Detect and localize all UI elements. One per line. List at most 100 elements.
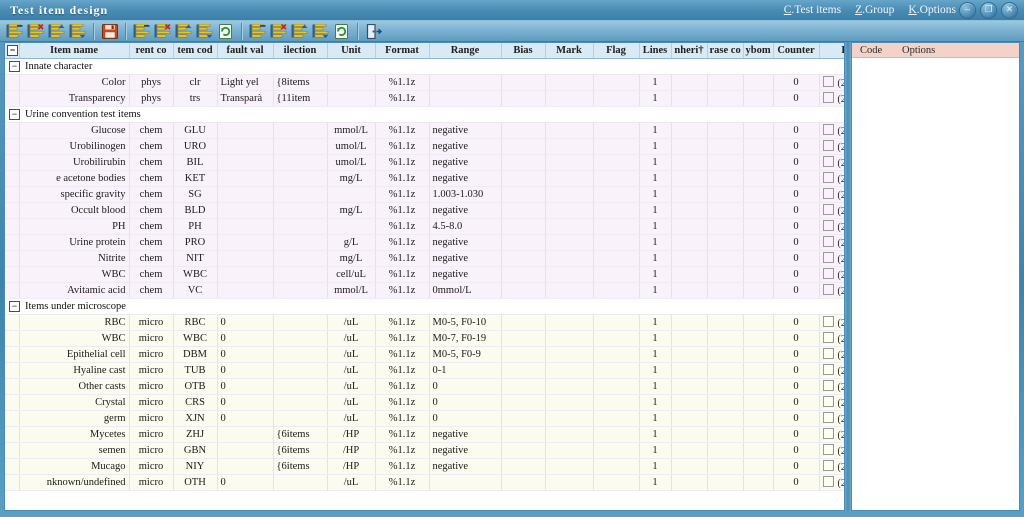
cell-counter[interactable]: 0 xyxy=(773,346,820,363)
close-button[interactable]: ✕ xyxy=(1001,2,1018,19)
cell-lines[interactable]: 1 xyxy=(639,378,672,395)
cell-item_code[interactable]: BLD xyxy=(173,202,218,219)
cell-format[interactable]: %1.1z xyxy=(375,74,430,91)
cell-item_name[interactable]: Avitamic acid xyxy=(19,282,130,299)
cell-mark[interactable] xyxy=(545,346,594,363)
cell-selection[interactable]: {8items xyxy=(273,74,328,91)
cell-background[interactable]: (250, 255, 240) xyxy=(819,394,844,411)
cell-range[interactable]: M0-5, F0-10 xyxy=(429,314,502,331)
cell-keyboard[interactable] xyxy=(743,378,774,395)
delete-group-button[interactable] xyxy=(153,22,172,40)
group-down-button[interactable] xyxy=(195,22,214,40)
cell-lines[interactable]: 1 xyxy=(639,138,672,155)
cell-format[interactable]: %1.1z xyxy=(375,426,430,443)
cell-parent_code[interactable]: chem xyxy=(129,138,174,155)
grid-column-parent_code[interactable]: rent co xyxy=(129,43,174,59)
cell-counter[interactable]: 0 xyxy=(773,458,820,475)
cell-mark[interactable] xyxy=(545,330,594,347)
cell-background[interactable]: (250, 255, 240) xyxy=(819,362,844,379)
cell-background[interactable]: (250, 240, 255) xyxy=(819,218,844,235)
cell-unit[interactable]: /HP xyxy=(327,426,376,443)
table-row[interactable]: WBCmicroWBC0/uL%1.1zM0-7, F0-1910(250, 2… xyxy=(5,330,844,347)
cell-counter[interactable]: 0 xyxy=(773,74,820,91)
cell-lines[interactable]: 1 xyxy=(639,442,672,459)
cell-format[interactable]: %1.1z xyxy=(375,282,430,299)
cell-erase_code[interactable] xyxy=(707,458,744,475)
cell-flag[interactable] xyxy=(593,266,640,283)
cell-erase_code[interactable] xyxy=(707,410,744,427)
cell-background[interactable]: (250, 240, 255) xyxy=(819,266,844,283)
cell-lines[interactable]: 1 xyxy=(639,90,672,107)
cell-range[interactable]: negative xyxy=(429,122,502,139)
grid-column-inherit[interactable]: nheri† xyxy=(671,43,708,59)
cell-lines[interactable]: 1 xyxy=(639,330,672,347)
cell-bias[interactable] xyxy=(501,90,546,107)
grid-column-flag[interactable]: Flag xyxy=(593,43,640,59)
exit-button[interactable] xyxy=(364,22,383,40)
cell-bias[interactable] xyxy=(501,122,546,139)
cell-background[interactable]: (250, 255, 240) xyxy=(819,458,844,475)
cell-background[interactable]: (250, 240, 255) xyxy=(819,90,844,107)
cell-range[interactable]: M0-7, F0-19 xyxy=(429,330,502,347)
cell-bias[interactable] xyxy=(501,330,546,347)
cell-parent_code[interactable]: chem xyxy=(129,282,174,299)
cell-background[interactable]: (250, 255, 240) xyxy=(819,330,844,347)
cell-parent_code[interactable]: micro xyxy=(129,410,174,427)
add-code-button[interactable] xyxy=(248,22,267,40)
cell-unit[interactable]: mmol/L xyxy=(327,122,376,139)
cell-item_name[interactable]: specific gravity xyxy=(19,186,130,203)
cell-parent_code[interactable]: chem xyxy=(129,122,174,139)
delete-item-button[interactable] xyxy=(26,22,45,40)
cell-counter[interactable]: 0 xyxy=(773,330,820,347)
table-row[interactable]: semenmicroGBN {6items/HP%1.1znegative 1 0 (2… xyxy=(5,442,844,459)
cell-keyboard[interactable] xyxy=(743,442,774,459)
cell-range[interactable]: negative xyxy=(429,426,502,443)
table-row[interactable]: Epithelial cell micro DBM 0/uL %1.1z M0-5, F0… xyxy=(5,346,844,363)
cell-lines[interactable]: 1 xyxy=(639,218,672,235)
cell-counter[interactable]: 0 xyxy=(773,362,820,379)
table-row[interactable]: Mucago micro NIY {6items/HP %1.1z negative 1 0 (… xyxy=(5,458,844,475)
cell-unit[interactable]: /uL xyxy=(327,362,376,379)
cell-keyboard[interactable] xyxy=(743,170,774,187)
cell-background[interactable]: (250, 255, 240) xyxy=(819,346,844,363)
cell-item_name[interactable]: Transparency xyxy=(19,90,130,107)
cell-default_value[interactable] xyxy=(217,122,274,139)
cell-item_code[interactable]: DBM xyxy=(173,346,218,363)
cell-mark[interactable] xyxy=(545,458,594,475)
cell-format[interactable]: %1.1z xyxy=(375,474,430,491)
cell-selection[interactable] xyxy=(273,234,328,251)
cell-lines[interactable]: 1 xyxy=(639,266,672,283)
table-row[interactable]: Other castsmicroOTB0/uL%1.1z010(250, 255… xyxy=(5,378,844,395)
cell-parent_code[interactable]: micro xyxy=(129,458,174,475)
table-row[interactable]: Urobilinogen chem URO umol/L %1.1z negative 1 0… xyxy=(5,138,844,155)
cell-mark[interactable] xyxy=(545,250,594,267)
cell-inherit[interactable] xyxy=(671,74,708,91)
cell-bias[interactable] xyxy=(501,458,546,475)
cell-format[interactable]: %1.1z xyxy=(375,314,430,331)
cell-flag[interactable] xyxy=(593,314,640,331)
cell-background[interactable]: (250, 240, 255) xyxy=(819,202,844,219)
cell-selection[interactable] xyxy=(273,250,328,267)
cell-mark[interactable] xyxy=(545,474,594,491)
cell-range[interactable]: negative xyxy=(429,154,502,171)
cell-bias[interactable] xyxy=(501,74,546,91)
cell-lines[interactable]: 1 xyxy=(639,170,672,187)
cell-inherit[interactable] xyxy=(671,314,708,331)
cell-range[interactable] xyxy=(429,74,502,91)
grid-column-item_code[interactable]: tem cod xyxy=(173,43,218,59)
cell-keyboard[interactable] xyxy=(743,202,774,219)
cell-format[interactable]: %1.1z xyxy=(375,218,430,235)
cell-erase_code[interactable] xyxy=(707,186,744,203)
cell-counter[interactable]: 0 xyxy=(773,426,820,443)
cell-unit[interactable]: /HP xyxy=(327,458,376,475)
cell-range[interactable]: negative xyxy=(429,202,502,219)
grid-expand-all-toggle[interactable]: − xyxy=(5,43,20,59)
cell-item_code[interactable]: BIL xyxy=(173,154,218,171)
cell-item_code[interactable]: NIT xyxy=(173,250,218,267)
cell-erase_code[interactable] xyxy=(707,266,744,283)
cell-selection[interactable] xyxy=(273,138,328,155)
cell-inherit[interactable] xyxy=(671,458,708,475)
move-item-up-button[interactable] xyxy=(47,22,66,40)
cell-counter[interactable]: 0 xyxy=(773,410,820,427)
cell-unit[interactable]: umol/L xyxy=(327,154,376,171)
